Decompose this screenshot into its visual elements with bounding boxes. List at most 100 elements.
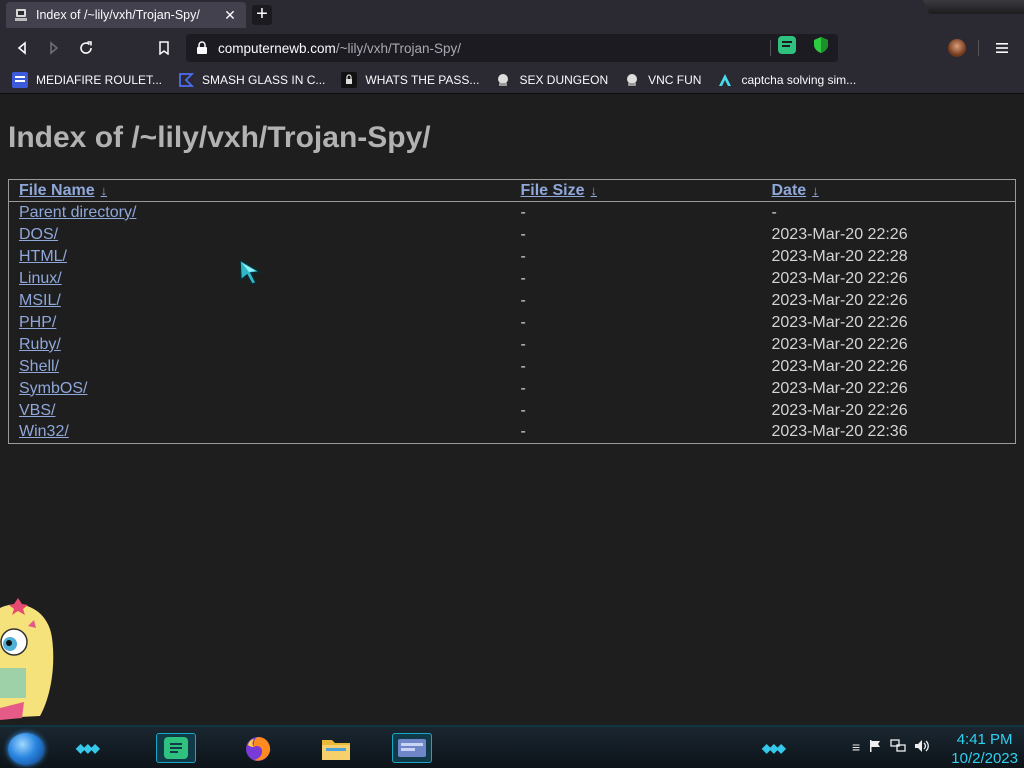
sort-arrow-icon[interactable]: ↓ (101, 183, 108, 198)
date-cell: 2023-Mar-20 22:26 (771, 225, 908, 243)
back-button[interactable] (10, 36, 34, 60)
date-cell: - (771, 203, 777, 221)
file-size-cell: - (520, 335, 526, 353)
bookmark-page-button[interactable] (152, 36, 176, 60)
sort-by-name-link[interactable]: File Name (19, 182, 95, 199)
reload-icon (80, 41, 92, 54)
table-row: SymbOS/ - 2023-Mar-20 22:26 (9, 378, 1016, 400)
column-size-label: File Size (520, 181, 585, 199)
show-hidden-icons-icon[interactable]: ≡ (852, 739, 860, 755)
taskbar: ◆◆◆ ◆◆◆ ≡ 4:41 PM 10/2/2023 (0, 725, 1024, 768)
tab-strip: Index of /~lily/vxh/Trojan-Spy/ ✕ + (0, 0, 1024, 30)
start-button[interactable] (8, 733, 44, 765)
new-tab-button[interactable]: + (252, 4, 272, 25)
page-content: Index of /~lily/vxh/Trojan-Spy/ File Nam… (0, 95, 1024, 725)
taskbar-app-firefox[interactable] (238, 733, 278, 763)
captcha-icon (717, 72, 733, 88)
directory-link[interactable]: MSIL/ (19, 292, 61, 309)
file-size-cell: - (520, 269, 526, 287)
directory-link[interactable]: VBS/ (19, 402, 55, 419)
reload-button[interactable] (74, 36, 98, 60)
date-cell: 2023-Mar-20 22:26 (771, 379, 908, 397)
bookmark-label: SMASH GLASS IN C... (202, 72, 326, 87)
back-arrow-icon (17, 41, 26, 55)
sort-by-size-link[interactable]: File Size (521, 182, 585, 199)
file-name-cell: PHP/ (9, 312, 511, 334)
tab-title: Index of /~lily/vxh/Trojan-Spy/ (36, 8, 200, 22)
profile-avatar[interactable] (948, 39, 966, 57)
bookmark-label: SEX DUNGEON (519, 72, 609, 87)
file-size-cell: - (520, 357, 526, 375)
bookmark-item[interactable]: SEX DUNGEON (495, 72, 608, 88)
network-icon[interactable] (890, 739, 906, 753)
forward-button[interactable] (42, 36, 66, 60)
toolbar-divider (978, 40, 979, 56)
bookmark-item[interactable]: captcha solving sim... (717, 72, 856, 88)
bookmark-item[interactable]: MEDIAFIRE ROULET... (12, 71, 163, 88)
bookmark-item[interactable]: VNC FUN (624, 72, 701, 88)
file-name-cell: Ruby/ (9, 334, 511, 356)
file-explorer-icon (322, 740, 350, 760)
hamburger-menu-icon (996, 43, 1008, 53)
directory-link[interactable]: HTML/ (19, 248, 67, 265)
date-cell: 2023-Mar-20 22:26 (771, 313, 908, 331)
sort-arrow-icon[interactable]: ↓ (812, 183, 819, 198)
dungeon-icon (495, 72, 511, 88)
sort-by-date-link[interactable]: Date (772, 182, 807, 199)
file-size-cell: - (520, 423, 526, 441)
directory-link[interactable]: Ruby/ (19, 336, 61, 353)
cartoon-character-sticker (0, 598, 54, 720)
clock-date: 10/2/2023 (951, 750, 1018, 767)
system-tray: ≡ (852, 739, 930, 755)
shield-extension-icon[interactable] (812, 36, 830, 54)
password-site-icon (341, 71, 358, 88)
bookmark-item[interactable]: SMASH GLASS IN C... (178, 72, 325, 88)
table-row: Ruby/ - 2023-Mar-20 22:26 (9, 334, 1016, 356)
menu-button[interactable] (990, 36, 1014, 60)
volume-icon[interactable] (914, 739, 930, 753)
directory-link[interactable]: DOS/ (19, 226, 58, 243)
directory-link[interactable]: SymbOS/ (19, 380, 87, 397)
bookmarks-toolbar: MEDIAFIRE ROULET... SMASH GLASS IN C... … (0, 66, 1024, 94)
directory-link[interactable]: Shell/ (19, 358, 59, 375)
date-cell: 2023-Mar-20 22:26 (771, 291, 908, 309)
taskbar-app-window[interactable] (392, 733, 432, 763)
taskbar-app-file-explorer[interactable] (316, 733, 356, 763)
directory-link[interactable]: PHP/ (19, 314, 56, 331)
tab-close-icon[interactable]: ✕ (222, 7, 238, 24)
url-host: computernewb.com (218, 40, 336, 56)
browser-tab[interactable]: Index of /~lily/vxh/Trojan-Spy/ ✕ (6, 2, 246, 28)
table-row: VBS/ - 2023-Mar-20 22:26 (9, 400, 1016, 422)
file-name-cell: Shell/ (9, 356, 511, 378)
bookmark-label: MEDIAFIRE ROULET... (36, 72, 163, 87)
date-cell: 2023-Mar-20 22:26 (771, 269, 908, 287)
file-size-cell: - (520, 203, 526, 221)
clock-time: 4:41 PM (956, 731, 1013, 748)
bookmark-label: captcha solving sim... (741, 72, 857, 87)
smash-glass-icon (178, 72, 195, 88)
directory-listing-table: File Name ↓ File Size ↓ Date ↓ Parent direc… (8, 179, 1016, 444)
lock-icon (197, 41, 207, 54)
taskbar-app-notes[interactable] (156, 733, 196, 763)
taskbar-chevron-decoration: ◆◆◆ (762, 741, 786, 755)
column-name-label: File Name (19, 181, 95, 199)
bookmark-label: VNC FUN (648, 72, 702, 87)
table-row: HTML/ - 2023-Mar-20 22:28 (9, 246, 1016, 268)
date-cell: 2023-Mar-20 22:36 (771, 423, 908, 441)
flag-icon[interactable] (868, 739, 882, 753)
table-row: DOS/ - 2023-Mar-20 22:26 (9, 224, 1016, 246)
table-row: Win32/ - 2023-Mar-20 22:36 (9, 422, 1016, 444)
date-cell: 2023-Mar-20 22:26 (771, 401, 908, 419)
sort-arrow-icon[interactable]: ↓ (591, 183, 598, 198)
forward-arrow-icon (50, 41, 59, 55)
directory-link[interactable]: Linux/ (19, 270, 62, 287)
address-bar[interactable]: computernewb.com/~lily/vxh/Trojan-Spy/ (186, 34, 838, 62)
url-text: computernewb.com/~lily/vxh/Trojan-Spy/ (218, 41, 461, 56)
table-row: PHP/ - 2023-Mar-20 22:26 (9, 312, 1016, 334)
directory-link[interactable]: Parent directory/ (19, 204, 136, 221)
directory-link[interactable]: Win32/ (19, 423, 69, 440)
taskbar-clock[interactable]: 4:41 PM 10/2/2023 (951, 730, 1018, 768)
notes-extension-icon[interactable] (778, 36, 796, 54)
bookmark-item[interactable]: WHATS THE PASS... (341, 71, 479, 88)
table-row: MSIL/ - 2023-Mar-20 22:26 (9, 290, 1016, 312)
